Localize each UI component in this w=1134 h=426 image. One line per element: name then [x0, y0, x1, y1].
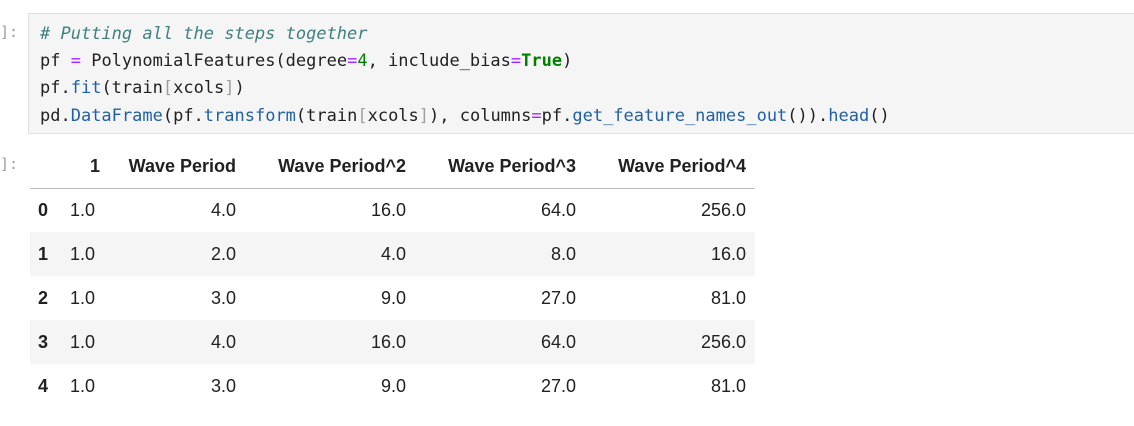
table-cell: 4.0 — [210, 331, 236, 352]
code-token: (train — [295, 106, 358, 126]
code-token: = — [347, 51, 358, 71]
table-row: 0 1.0 4.0 16.0 64.0 256.0 — [30, 188, 755, 232]
code-token: ) — [562, 51, 573, 71]
code-token: ), columns — [429, 106, 532, 126]
code-token: PolynomialFeatures(degree — [91, 51, 348, 71]
table-cell: 16.0 — [710, 243, 746, 264]
row-index: 1 — [38, 243, 49, 264]
code-token: pf. — [541, 106, 573, 126]
code-token: = — [60, 51, 92, 71]
column-header: Wave Period^4 — [585, 145, 755, 189]
code-token: ] — [224, 78, 235, 98]
table-cell: 16.0 — [370, 331, 406, 352]
table-cell: 256.0 — [700, 331, 746, 352]
table-cell: 1.0 — [70, 375, 96, 396]
code-token: () — [869, 106, 890, 126]
code-token: head — [828, 106, 870, 126]
column-header: Wave Period^3 — [415, 145, 585, 189]
column-header: Wave Period^2 — [245, 145, 415, 189]
code-token: pd. — [40, 106, 71, 126]
code-token: xcols — [367, 106, 419, 126]
table-cell: 81.0 — [710, 287, 746, 308]
table-cell: 8.0 — [550, 243, 576, 264]
table-cell: 3.0 — [210, 287, 236, 308]
code-token: xcols — [173, 78, 225, 98]
table-cell: 64.0 — [540, 331, 576, 352]
dataframe-output-table: 1 Wave Period Wave Period^2 Wave Period^… — [30, 145, 755, 408]
table-cell: 4.0 — [210, 199, 236, 220]
code-token: DataFrame — [70, 106, 163, 126]
table-row: 2 1.0 3.0 9.0 27.0 81.0 — [30, 276, 755, 320]
table-cell: 27.0 — [540, 375, 576, 396]
row-index: 4 — [38, 375, 49, 396]
table-cell: 27.0 — [540, 287, 576, 308]
table-cell: 1.0 — [70, 287, 96, 308]
row-index: 3 — [38, 331, 49, 352]
table-cell: 2.0 — [210, 243, 236, 264]
row-index: 0 — [38, 199, 49, 220]
table-cell: 1.0 — [70, 199, 96, 220]
table-cell: 1.0 — [70, 331, 96, 352]
code-token: ] — [418, 106, 430, 126]
code-comment: # Putting all the steps together — [40, 24, 368, 44]
code-token: transform — [203, 106, 296, 126]
code-line-3: pf.fit(train[xcols]) — [40, 78, 245, 98]
table-row: 3 1.0 4.0 16.0 64.0 256.0 — [30, 320, 755, 364]
table-cell: 81.0 — [710, 375, 746, 396]
row-index: 2 — [38, 287, 49, 308]
column-header-index — [30, 145, 62, 189]
code-token: 4 — [357, 51, 368, 71]
table-cell: 1.0 — [70, 243, 96, 264]
code-cell-editor[interactable]: # Putting all the steps together pf = Po… — [28, 13, 1134, 134]
table-cell: 9.0 — [380, 375, 406, 396]
code-token: True — [521, 51, 563, 71]
code-token: pf. — [40, 78, 71, 98]
code-line-4: pd.DataFrame(pf.transform(train[xcols]),… — [40, 106, 890, 126]
code-token: = — [510, 51, 522, 71]
column-header: Wave Period — [109, 145, 245, 189]
table-cell: 9.0 — [380, 287, 406, 308]
table-cell: 3.0 — [210, 375, 236, 396]
table-header-row: 1 Wave Period Wave Period^2 Wave Period^… — [30, 145, 755, 189]
code-token: (train — [101, 78, 163, 98]
table-cell: 64.0 — [540, 199, 576, 220]
output-prompt: ]: — [0, 155, 19, 173]
code-token: ()). — [787, 106, 829, 126]
table-cell: 256.0 — [700, 199, 746, 220]
input-prompt: ]: — [0, 23, 19, 41]
table-cell: 4.0 — [380, 243, 406, 264]
code-token: [ — [357, 106, 368, 126]
code-token: ) — [234, 78, 245, 98]
code-line-2: pf = PolynomialFeatures(degree=4, includ… — [40, 51, 572, 71]
table-row: 4 1.0 3.0 9.0 27.0 81.0 — [30, 364, 755, 408]
code-token: pf — [40, 51, 61, 71]
code-token: [ — [162, 78, 174, 98]
code-line-1: # Putting all the steps together — [40, 24, 368, 44]
code-token: , include_bias — [367, 51, 511, 71]
code-token: fit — [70, 78, 102, 98]
code-token: = — [531, 106, 542, 126]
code-token: (pf. — [162, 106, 204, 126]
table-cell: 16.0 — [370, 199, 406, 220]
column-header: 1 — [62, 145, 109, 189]
code-token: get_feature_names_out — [572, 106, 788, 126]
table-row: 1 1.0 2.0 4.0 8.0 16.0 — [30, 232, 755, 276]
